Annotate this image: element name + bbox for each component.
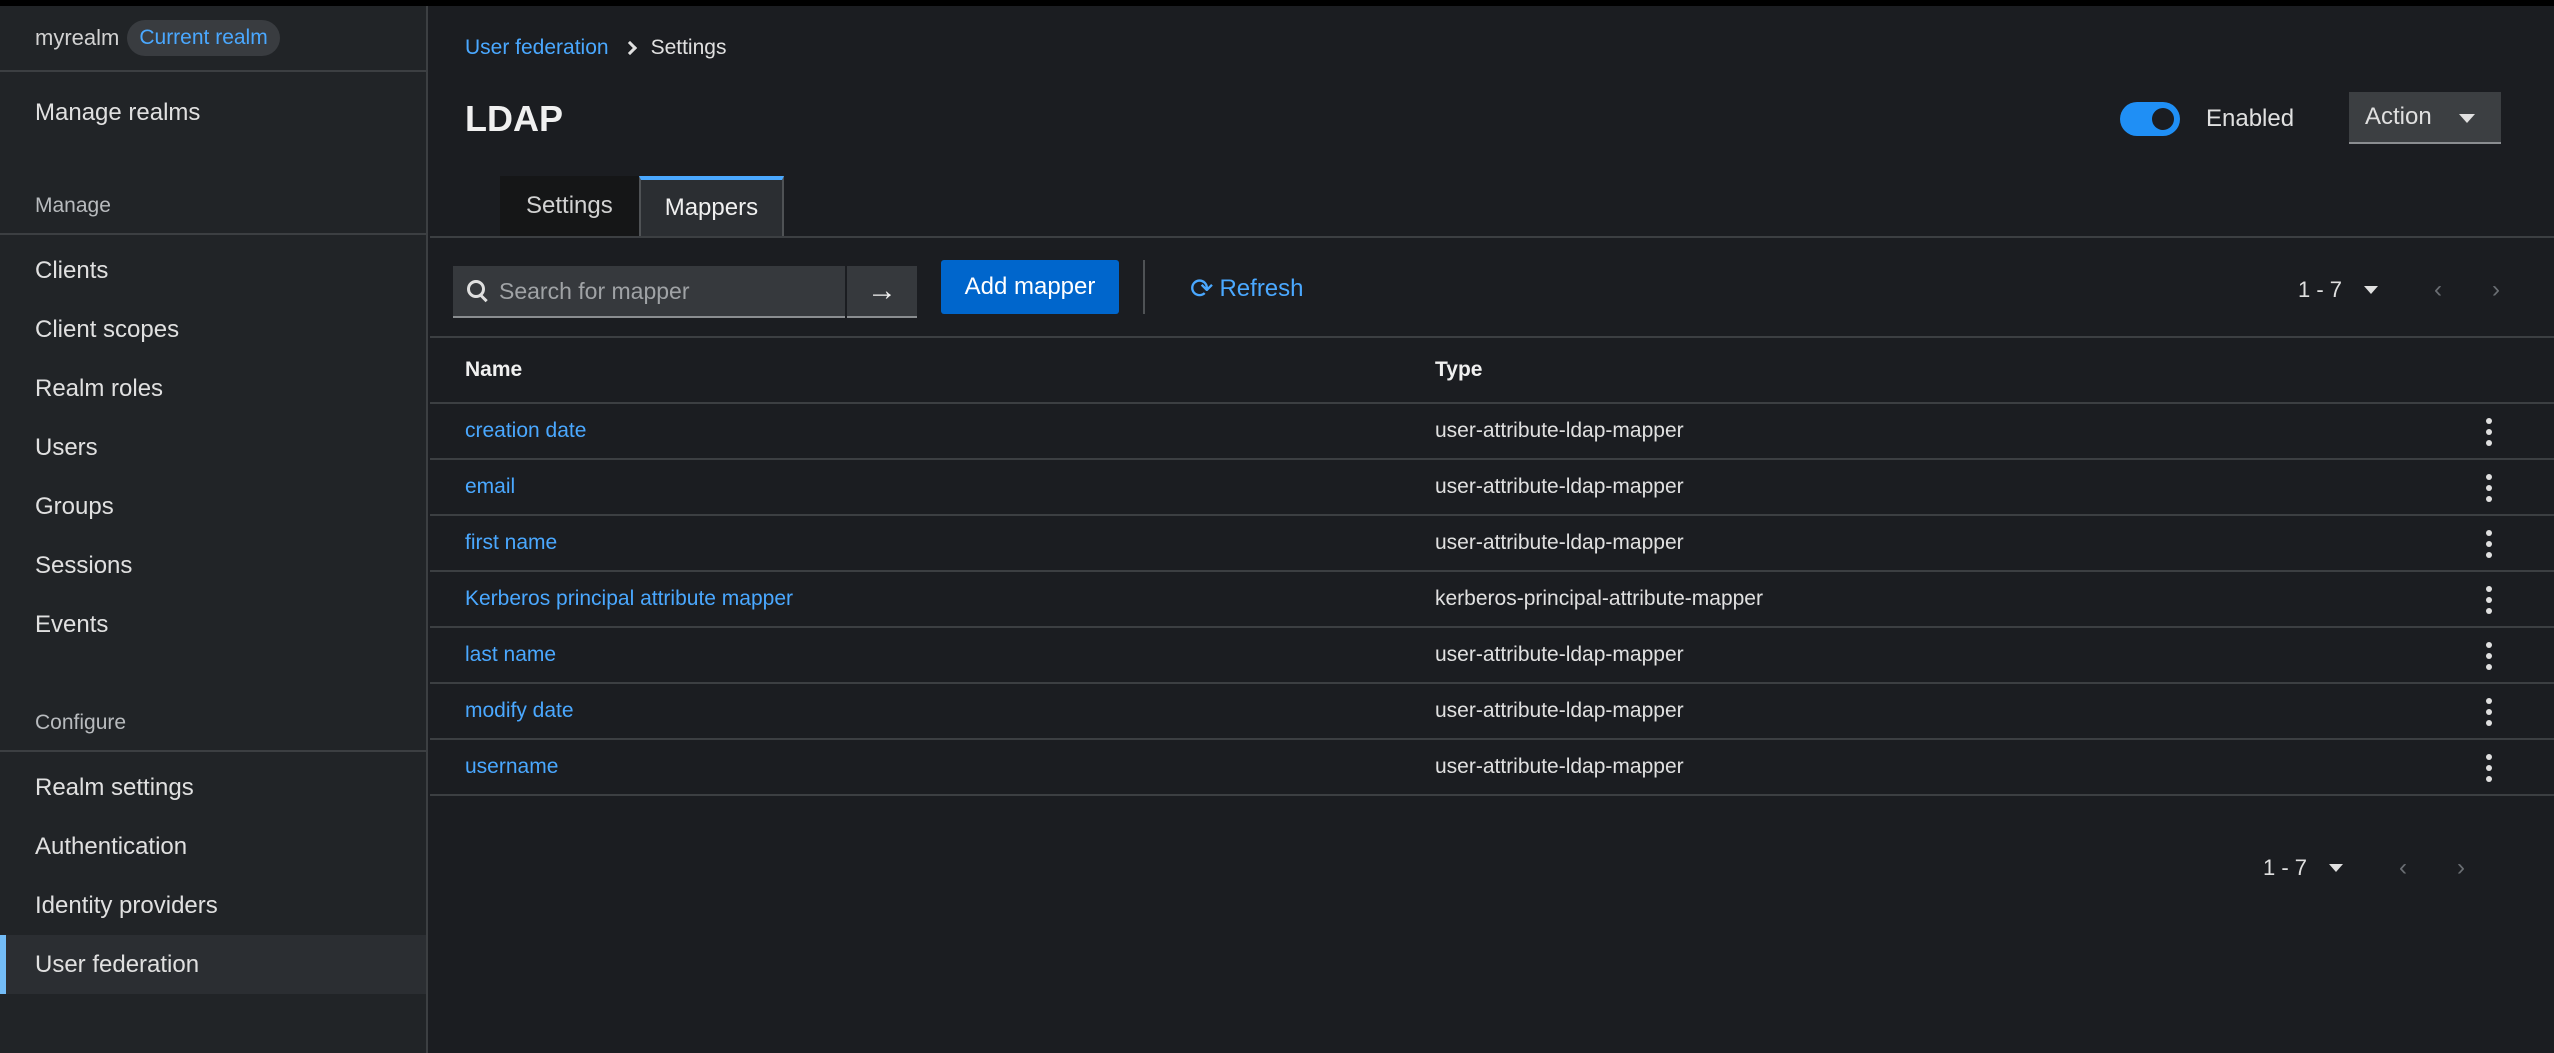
- kebab-menu-icon[interactable]: [2484, 530, 2494, 558]
- top-pagination: 1 - 7 ‹ ›: [2298, 276, 2500, 304]
- mapper-name-link[interactable]: email: [430, 475, 1435, 499]
- sidebar-item-events[interactable]: Events: [0, 595, 426, 654]
- kebab-menu-icon[interactable]: [2484, 586, 2494, 614]
- sidebar-item-client-scopes[interactable]: Client scopes: [0, 300, 426, 359]
- realm-selector[interactable]: myrealm Current realm: [0, 6, 426, 72]
- kebab-menu-icon[interactable]: [2484, 642, 2494, 670]
- mapper-name-link[interactable]: username: [430, 755, 1435, 779]
- sidebar-item-groups[interactable]: Groups: [0, 477, 426, 536]
- pagination-range[interactable]: 1 - 7: [2298, 277, 2342, 303]
- prev-page-icon[interactable]: ‹: [2434, 276, 2442, 304]
- mapper-type: user-attribute-ldap-mapper: [1435, 755, 1684, 778]
- sidebar-item-users[interactable]: Users: [0, 418, 426, 477]
- mapper-name-link[interactable]: Kerberos principal attribute mapper: [430, 587, 1435, 611]
- sidebar-item-manage-realms[interactable]: Manage realms: [0, 83, 426, 142]
- breadcrumb-user-federation[interactable]: User federation: [465, 36, 609, 60]
- action-dropdown[interactable]: Action: [2349, 92, 2501, 144]
- mappers-table: Name Type creation date user-attribute-l…: [430, 338, 2554, 796]
- kebab-menu-icon[interactable]: [2484, 698, 2494, 726]
- table-row: first name user-attribute-ldap-mapper: [430, 516, 2554, 572]
- table-row: modify date user-attribute-ldap-mapper: [430, 684, 2554, 740]
- refresh-button[interactable]: ⟳ Refresh: [1190, 272, 1304, 305]
- mapper-name-link[interactable]: modify date: [430, 699, 1435, 723]
- sidebar-item-sessions[interactable]: Sessions: [0, 536, 426, 595]
- sidebar-item-realm-settings[interactable]: Realm settings: [0, 758, 426, 817]
- mapper-name-link[interactable]: last name: [430, 643, 1435, 667]
- refresh-label: Refresh: [1219, 274, 1304, 302]
- caret-down-icon: [2459, 114, 2475, 123]
- enabled-label: Enabled: [2206, 105, 2295, 132]
- sidebar-item-identity-providers[interactable]: Identity providers: [0, 876, 426, 935]
- kebab-menu-icon[interactable]: [2484, 754, 2494, 782]
- mapper-type: user-attribute-ldap-mapper: [1435, 475, 1684, 498]
- action-label: Action: [2365, 103, 2432, 130]
- next-page-icon[interactable]: ›: [2457, 854, 2465, 882]
- table-row: email user-attribute-ldap-mapper: [430, 460, 2554, 516]
- table-row: creation date user-attribute-ldap-mapper: [430, 404, 2554, 460]
- table-row: Kerberos principal attribute mapper kerb…: [430, 572, 2554, 628]
- mapper-name-link[interactable]: creation date: [430, 419, 1435, 443]
- mapper-type: user-attribute-ldap-mapper: [1435, 419, 1684, 442]
- sidebar-section-configure: Configure: [0, 696, 426, 752]
- mapper-type: user-attribute-ldap-mapper: [1435, 699, 1684, 722]
- toolbar-divider: [1143, 260, 1145, 314]
- caret-down-icon[interactable]: [2364, 286, 2379, 294]
- sidebar-item-authentication[interactable]: Authentication: [0, 817, 426, 876]
- next-page-icon[interactable]: ›: [2492, 276, 2500, 304]
- arrow-right-icon: →: [867, 274, 897, 307]
- table-header: Name Type: [430, 338, 2554, 404]
- sidebar: myrealm Current realm Manage realms Mana…: [0, 6, 428, 1053]
- prev-page-icon[interactable]: ‹: [2399, 854, 2407, 882]
- realm-name: myrealm: [35, 25, 120, 50]
- sidebar-section-manage: Manage: [0, 179, 426, 235]
- mapper-toolbar: → Add mapper ⟳ Refresh 1 - 7 ‹ ›: [430, 238, 2554, 338]
- sidebar-item-user-federation[interactable]: User federation: [0, 935, 426, 994]
- add-mapper-button[interactable]: Add mapper: [941, 260, 1119, 314]
- breadcrumb: User federation Settings: [465, 36, 726, 60]
- mapper-type: user-attribute-ldap-mapper: [1435, 531, 1684, 554]
- column-header-name[interactable]: Name: [430, 358, 1435, 382]
- tab-mappers[interactable]: Mappers: [638, 176, 785, 236]
- tab-settings[interactable]: Settings: [500, 176, 639, 236]
- sidebar-item-realm-roles[interactable]: Realm roles: [0, 359, 426, 418]
- refresh-icon: ⟳: [1190, 273, 1214, 304]
- enabled-toggle-group: Enabled: [2120, 102, 2294, 136]
- column-header-type[interactable]: Type: [1435, 358, 2554, 382]
- sidebar-item-clients[interactable]: Clients: [0, 241, 426, 300]
- search-input[interactable]: [499, 277, 845, 305]
- tab-bar: Settings Mappers: [500, 176, 785, 236]
- kebab-menu-icon[interactable]: [2484, 418, 2494, 446]
- pagination-range[interactable]: 1 - 7: [2263, 855, 2307, 881]
- bottom-pagination: 1 - 7 ‹ ›: [2263, 854, 2465, 882]
- breadcrumb-current: Settings: [650, 36, 727, 59]
- mapper-type: user-attribute-ldap-mapper: [1435, 643, 1684, 666]
- caret-down-icon[interactable]: [2329, 864, 2344, 872]
- search-submit-button[interactable]: →: [847, 266, 917, 318]
- enabled-toggle[interactable]: [2120, 102, 2180, 136]
- mapper-name-link[interactable]: first name: [430, 531, 1435, 555]
- kebab-menu-icon[interactable]: [2484, 474, 2494, 502]
- search-icon: [467, 280, 489, 302]
- current-realm-badge: Current realm: [127, 20, 280, 56]
- chevron-right-icon: [622, 40, 637, 56]
- table-row: last name user-attribute-ldap-mapper: [430, 628, 2554, 684]
- page-title: LDAP: [465, 98, 563, 139]
- mapper-type: kerberos-principal-attribute-mapper: [1435, 587, 1763, 610]
- table-row: username user-attribute-ldap-mapper: [430, 740, 2554, 796]
- toggle-knob: [2152, 108, 2174, 130]
- main-content: User federation Settings LDAP Enabled Ac…: [430, 6, 2554, 1053]
- search-box: [453, 266, 845, 318]
